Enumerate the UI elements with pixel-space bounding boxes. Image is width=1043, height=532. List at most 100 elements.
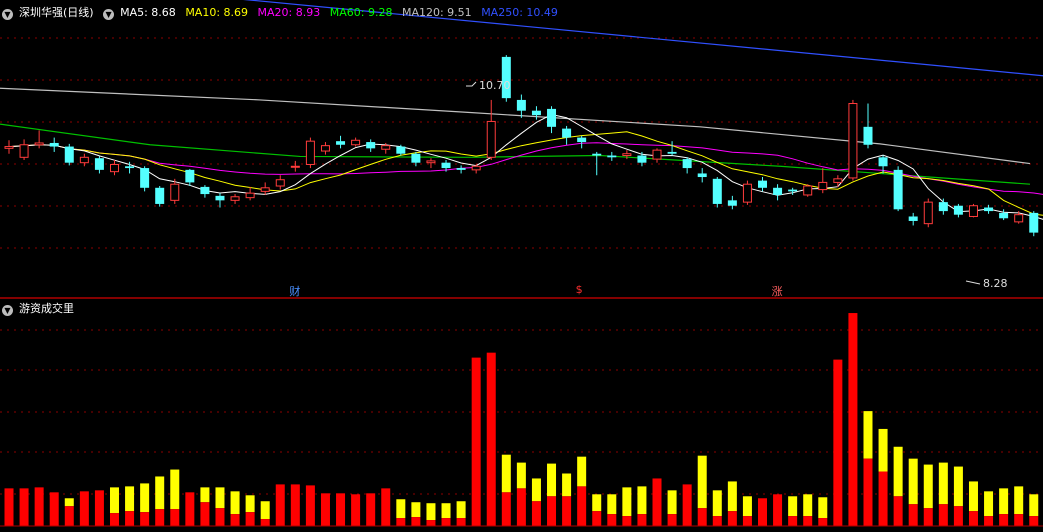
volume-bar-red [396, 518, 406, 526]
candle-body-up [652, 149, 662, 160]
volume-bar-yellow [984, 491, 994, 517]
event-tag-cai[interactable]: 财 [289, 283, 300, 299]
chevron-down-icon[interactable]: ▼ [103, 9, 115, 20]
candle-body-down [667, 151, 677, 154]
volume-bar-yellow [245, 495, 255, 513]
volume-bar-yellow [953, 466, 963, 507]
candle-body-down [607, 155, 617, 158]
candle-body-down [64, 146, 74, 163]
volume-bar-red [336, 493, 346, 526]
candle-body-down [863, 126, 873, 145]
volume-bar-red [109, 513, 119, 526]
candle-body-down [200, 186, 210, 195]
volume-bar-red [320, 493, 330, 526]
volume-bar-red [923, 508, 933, 526]
candle-body-down [547, 108, 557, 127]
candle-body-up [968, 205, 978, 217]
volume-bar-red [441, 518, 451, 526]
volume-bar-red [863, 458, 873, 526]
ma10-label: MA10: 8.69 [185, 6, 249, 19]
chevron-down-icon[interactable]: ▼ [2, 9, 13, 20]
candle-body-up [19, 144, 29, 158]
volume-title: 游资成交里 [19, 302, 74, 315]
volume-bar-yellow [200, 487, 210, 503]
volume-bar-red [848, 313, 858, 526]
candle-body-down [531, 110, 541, 116]
volume-bar-red [592, 511, 602, 526]
high-pointer [466, 81, 477, 87]
volume-bar-red [4, 488, 14, 526]
candle-body-up [818, 181, 828, 191]
event-tag-zhang[interactable]: 涨 [772, 283, 783, 299]
event-tag-dollar[interactable]: $ [576, 283, 583, 296]
volume-bar-red [712, 516, 722, 526]
volume-bar-red [984, 516, 994, 526]
volume-bar-yellow [788, 496, 798, 517]
stock-title: 深圳华强(日线) [19, 6, 94, 19]
ma120-line [0, 87, 1031, 165]
volume-bar-yellow [170, 469, 180, 510]
candle-body-up [833, 178, 843, 183]
candle-body-up [170, 183, 180, 201]
volume-bar-red [19, 488, 29, 526]
volume-bar-red [185, 492, 195, 526]
volume-bar-red [531, 501, 541, 526]
candle-body-down [893, 169, 903, 210]
volume-bars [4, 313, 1039, 526]
volume-bar-yellow [411, 502, 421, 518]
volume-bar-yellow [667, 490, 677, 515]
volume-bar-red [366, 493, 376, 526]
volume-bar-yellow [742, 496, 752, 517]
candle-body-down [908, 216, 918, 221]
candle-body-up [426, 160, 436, 164]
candle-body-down [155, 187, 165, 204]
volume-bar-red [622, 516, 632, 526]
candle-body-up [275, 179, 285, 187]
low-price-label: 8.28 [983, 277, 1008, 290]
ma5-line [8, 113, 1043, 220]
candle-body-up [1014, 214, 1024, 223]
volume-bar-red [682, 484, 692, 526]
volume-bar-red [758, 498, 767, 526]
volume-bar-red [1029, 516, 1039, 526]
volume-bar-red [1014, 514, 1024, 526]
candle-body-down [411, 153, 421, 163]
candle-body-up [305, 140, 315, 165]
candle-body-down [727, 200, 737, 206]
volume-bar-red [547, 496, 557, 526]
volume-bar-red [200, 502, 210, 526]
candle-body-down [562, 128, 572, 138]
candle-body-down [125, 166, 135, 169]
candle-body-down [336, 141, 346, 145]
volume-bar-red [893, 496, 903, 526]
volume-bar-red [516, 488, 526, 526]
volume-bar-yellow [456, 501, 466, 519]
chevron-down-icon[interactable]: ▼ [2, 305, 13, 316]
volume-bar-red [381, 488, 391, 526]
volume-bar-yellow [893, 446, 903, 497]
kline-chart[interactable] [0, 0, 1043, 532]
volume-bar-yellow [908, 458, 918, 505]
volume-bar-yellow [125, 486, 135, 512]
volume-bar-red [140, 512, 150, 526]
volume-bar-red [878, 471, 888, 526]
volume-bar-red [351, 494, 361, 526]
candle-body-up [34, 142, 44, 146]
volume-bar-yellow [637, 486, 647, 515]
volume-bar-red [34, 487, 44, 526]
price-legend: ▼ 深圳华强(日线) ▼ MA5: 8.68 MA10: 8.69 MA20: 8.… [2, 4, 564, 20]
candle-body-down [456, 168, 466, 170]
volume-bar-red [260, 519, 270, 526]
candle-body-up [803, 185, 813, 196]
candle-body-down [215, 195, 225, 201]
candle-body-down [773, 187, 783, 195]
candle-body-down [984, 207, 994, 212]
candle-body-up [260, 187, 270, 192]
volume-bar-red [426, 520, 436, 526]
volume-bar-yellow [878, 428, 888, 472]
candle-body-down [396, 146, 406, 154]
volume-bar-red [170, 509, 180, 526]
candle-body-up [320, 145, 330, 152]
volume-bar-yellow [727, 481, 737, 512]
volume-bar-red [773, 494, 783, 526]
